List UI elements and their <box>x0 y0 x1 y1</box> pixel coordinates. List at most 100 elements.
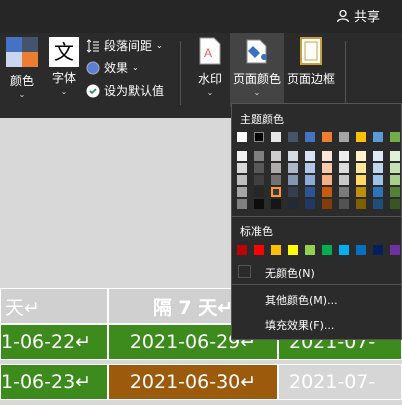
theme-shade-swatch[interactable] <box>390 151 400 161</box>
theme-shade-swatch[interactable] <box>271 175 281 185</box>
theme-color-swatch[interactable] <box>339 132 349 142</box>
standard-color-swatch[interactable] <box>356 245 366 255</box>
divider <box>232 216 401 217</box>
theme-color-swatch[interactable] <box>390 132 400 142</box>
theme-shade-swatch[interactable] <box>390 199 400 209</box>
theme-shade-swatch[interactable] <box>237 151 247 161</box>
theme-shade-swatch[interactable] <box>288 163 298 173</box>
paragraph-spacing-label: 段落间距 <box>104 39 153 53</box>
effects-button[interactable]: 效果 ⌄ <box>86 59 139 76</box>
theme-shade-swatch[interactable] <box>390 163 400 173</box>
ribbon-separator <box>180 41 181 105</box>
theme-shade-swatch[interactable] <box>373 175 383 185</box>
theme-shade-swatch[interactable] <box>254 199 264 209</box>
theme-shade-swatch[interactable] <box>305 187 315 197</box>
theme-shade-swatch[interactable] <box>322 175 332 185</box>
theme-shade-swatch[interactable] <box>322 187 332 197</box>
theme-shade-swatch[interactable] <box>288 151 298 161</box>
theme-shade-swatch[interactable] <box>339 187 349 197</box>
table-cell: 1-06-22↵ <box>0 324 108 360</box>
chevron-down-icon: ⌄ <box>18 90 26 99</box>
theme-shade-swatch[interactable] <box>271 151 281 161</box>
page-color-button[interactable]: 页面颜色 ⌄ <box>230 33 284 107</box>
theme-shade-swatch[interactable] <box>237 199 247 209</box>
theme-shade-swatch[interactable] <box>356 163 366 173</box>
theme-shade-swatch[interactable] <box>237 187 247 197</box>
paragraph-spacing-button[interactable]: 段落间距 ⌄ <box>86 37 163 54</box>
theme-shade-swatch[interactable] <box>254 187 264 197</box>
theme-shade-swatch[interactable] <box>288 187 298 197</box>
page-borders-button[interactable]: 页面边框 <box>286 37 336 87</box>
theme-color-swatch[interactable] <box>254 132 264 142</box>
standard-color-swatch[interactable] <box>305 245 315 255</box>
standard-color-swatch[interactable] <box>390 245 400 255</box>
standard-color-swatch[interactable] <box>254 245 264 255</box>
theme-shade-swatch[interactable] <box>305 151 315 161</box>
standard-color-swatch[interactable] <box>237 245 247 255</box>
set-default-button[interactable]: 设为默认值 <box>86 82 164 99</box>
standard-color-swatch[interactable] <box>288 245 298 255</box>
theme-shade-swatch[interactable] <box>339 175 349 185</box>
theme-color-swatch[interactable] <box>356 132 366 142</box>
theme-shade-swatch[interactable] <box>237 163 247 173</box>
theme-shade-swatch[interactable] <box>373 163 383 173</box>
theme-shade-swatch[interactable] <box>288 199 298 209</box>
standard-color-swatch[interactable] <box>322 245 332 255</box>
theme-color-swatch[interactable] <box>305 132 315 142</box>
effects-label: 效果 <box>104 61 129 75</box>
fill-effects-item[interactable]: 填充效果(F)... <box>265 317 334 333</box>
theme-shade-swatch[interactable] <box>373 151 383 161</box>
theme-shade-swatch[interactable] <box>373 199 383 209</box>
fonts-label: 字体 <box>51 71 76 85</box>
theme-colors-icon <box>6 37 38 67</box>
share-button[interactable]: 共享 <box>336 6 380 25</box>
no-color-button[interactable]: 无颜色(N) <box>237 263 397 281</box>
theme-color-swatch[interactable] <box>288 132 298 142</box>
no-color-label: 无颜色(N) <box>265 267 315 280</box>
theme-shade-swatch[interactable] <box>254 175 264 185</box>
table-cell: 2021-06-30↵ <box>108 364 278 400</box>
theme-shade-swatch[interactable] <box>339 199 349 209</box>
theme-shade-swatch[interactable] <box>339 163 349 173</box>
theme-shade-swatch[interactable] <box>322 199 332 209</box>
theme-shade-swatch[interactable] <box>356 151 366 161</box>
theme-shade-swatch[interactable] <box>356 199 366 209</box>
standard-color-swatch[interactable] <box>373 245 383 255</box>
theme-shade-swatch[interactable] <box>288 175 298 185</box>
theme-shade-swatch[interactable] <box>305 199 315 209</box>
theme-shade-swatch[interactable] <box>356 187 366 197</box>
theme-shade-swatch[interactable] <box>373 187 383 197</box>
theme-shade-swatch[interactable] <box>322 163 332 173</box>
table-cell: 1-06-23↵ <box>0 364 108 400</box>
theme-shade-swatch[interactable] <box>271 163 281 173</box>
colors-label: 颜色 <box>9 74 34 88</box>
more-colors-item[interactable]: 其他颜色(M)... <box>265 292 338 308</box>
theme-shade-swatch[interactable] <box>356 175 366 185</box>
theme-color-swatch[interactable] <box>271 132 281 142</box>
ribbon-separator <box>345 41 346 105</box>
table-header-cell: 天↵ <box>0 288 108 324</box>
divider <box>232 284 401 285</box>
page-color-dropdown: 主题颜色 标准色 无颜色(N) 其他颜色(M)... 填充效果(F)... <box>231 103 402 340</box>
chevron-down-icon: ⌄ <box>156 41 163 50</box>
theme-shade-swatch[interactable] <box>254 151 264 161</box>
theme-color-swatch[interactable] <box>373 132 383 142</box>
standard-color-swatch[interactable] <box>271 245 281 255</box>
theme-shade-swatch[interactable] <box>305 163 315 173</box>
theme-shade-swatch[interactable] <box>237 175 247 185</box>
theme-shade-swatch[interactable] <box>390 187 400 197</box>
theme-shade-swatch[interactable] <box>305 175 315 185</box>
fonts-button[interactable]: 文 字体 ⌄ <box>46 37 82 96</box>
watermark-button[interactable]: A 水印 ⌄ <box>193 37 227 97</box>
theme-color-swatch[interactable] <box>237 132 247 142</box>
theme-shade-swatch[interactable] <box>271 199 281 209</box>
theme-shade-swatch[interactable] <box>271 187 281 197</box>
theme-shade-swatch[interactable] <box>254 163 264 173</box>
colors-button[interactable]: 颜色 ⌄ <box>4 37 40 99</box>
theme-color-swatch[interactable] <box>322 132 332 142</box>
theme-shade-swatch[interactable] <box>390 175 400 185</box>
theme-shade-swatch[interactable] <box>339 151 349 161</box>
standard-color-swatch[interactable] <box>339 245 349 255</box>
paragraph-spacing-icon <box>86 38 99 53</box>
theme-shade-swatch[interactable] <box>322 151 332 161</box>
